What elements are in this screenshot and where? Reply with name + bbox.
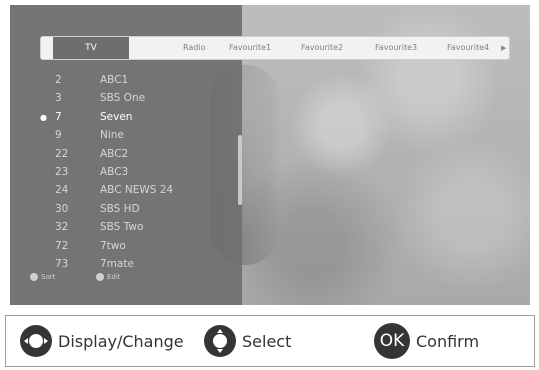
tab-favourite4[interactable]: Favourite4: [447, 37, 489, 59]
tv-screen: 2 ABC1 3 SBS One ● 7 Seven 9 Nine 22 ABC2 23 ABC3 24 A…: [10, 5, 530, 305]
tab-favourite3[interactable]: Favourite3: [375, 37, 417, 59]
arrow-right-icon[interactable]: ▶: [501, 37, 506, 59]
channel-name: SBS One: [100, 92, 146, 105]
channel-number: 2: [55, 74, 62, 86]
channel-row[interactable]: 24 ABC NEWS 24: [10, 182, 242, 200]
channel-number: 7: [55, 110, 62, 123]
tab-favourite2[interactable]: Favourite2: [301, 37, 343, 59]
channel-name: SBS HD: [100, 202, 140, 215]
channel-number: 23: [55, 166, 69, 178]
edit-hint-label: Edit: [107, 273, 121, 281]
dpad-left-right-icon: [20, 325, 52, 357]
channel-number: 22: [55, 147, 69, 160]
legend-display-change-label: Display/Change: [58, 331, 184, 351]
tab-favourite1[interactable]: Favourite1: [229, 37, 271, 59]
channel-row[interactable]: 2 ABC1: [10, 72, 242, 90]
channel-row[interactable]: ● 7 Seven: [10, 109, 242, 127]
channel-name: Nine: [100, 129, 124, 142]
channel-number: 3: [55, 92, 62, 105]
channel-name: 7two: [100, 239, 126, 252]
channel-row[interactable]: 23 ABC3: [10, 164, 242, 182]
tab-tv[interactable]: TV: [53, 37, 129, 59]
selected-marker-icon: ●: [40, 112, 47, 122]
channel-name: ABC3: [100, 166, 129, 178]
channel-number: 9: [55, 129, 62, 142]
channel-name: Seven: [100, 110, 133, 123]
legend-select: Select: [204, 324, 291, 358]
channel-name: 7mate: [100, 258, 134, 270]
channel-row[interactable]: 30 SBS HD: [10, 201, 242, 219]
sort-hint[interactable]: Sort: [30, 273, 55, 281]
channel-number: 30: [55, 202, 69, 215]
ok-button-icon: OK: [374, 323, 410, 359]
tab-bar: TV Radio Favourite1 Favourite2 Favourite…: [40, 36, 510, 60]
legend-confirm: OK Confirm: [374, 323, 480, 359]
channel-row[interactable]: 72 7two: [10, 238, 242, 256]
channel-list-scrollbar[interactable]: [238, 135, 242, 205]
channel-name: ABC NEWS 24: [100, 184, 174, 197]
edit-button-icon: [96, 273, 104, 281]
dpad-up-down-icon: [204, 325, 236, 357]
channel-name: ABC1: [100, 74, 129, 86]
tab-radio[interactable]: Radio: [183, 37, 205, 59]
channel-number: 72: [55, 239, 69, 252]
channel-row[interactable]: 22 ABC2: [10, 146, 242, 164]
legend-select-label: Select: [242, 331, 292, 351]
channel-row[interactable]: 32 SBS Two: [10, 219, 242, 237]
channel-row[interactable]: 3 SBS One: [10, 90, 242, 108]
channel-number: 73: [55, 258, 69, 270]
sort-button-icon: [30, 273, 38, 281]
channel-name: SBS Two: [100, 221, 144, 234]
edit-hint[interactable]: Edit: [96, 273, 121, 281]
channel-number: 32: [55, 221, 69, 234]
channel-row[interactable]: 9 Nine: [10, 127, 242, 145]
channel-row[interactable]: 73 7mate: [10, 256, 242, 274]
legend-confirm-label: Confirm: [416, 331, 480, 351]
button-legend: Display/Change Select OK Confirm: [5, 315, 535, 367]
legend-display-change: Display/Change: [20, 324, 184, 358]
channel-name: ABC2: [100, 147, 129, 160]
sort-hint-label: Sort: [41, 273, 56, 281]
channel-number: 24: [55, 184, 69, 197]
